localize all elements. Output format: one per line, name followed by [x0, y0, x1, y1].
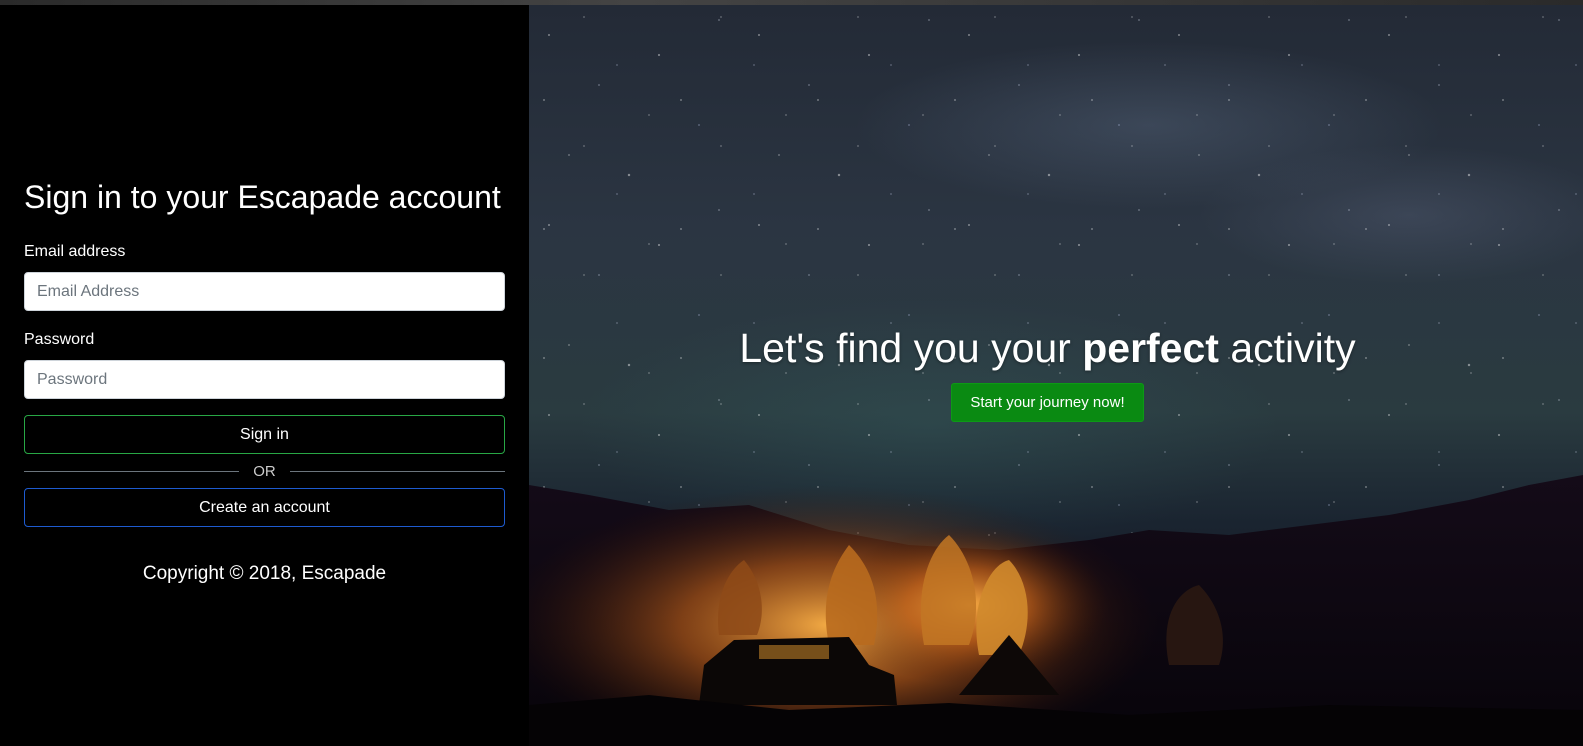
sign-in-button[interactable]: Sign in	[24, 415, 505, 454]
password-label: Password	[24, 331, 95, 348]
hero-headline-emphasis: perfect	[1082, 325, 1219, 371]
signin-panel: Sign in to your Escapade account Email a…	[0, 5, 529, 746]
or-divider: OR	[24, 461, 505, 481]
password-field[interactable]	[24, 360, 505, 399]
hero-headline-start: Let's find you your	[739, 325, 1083, 371]
page-title: Sign in to your Escapade account	[24, 179, 501, 215]
start-journey-button[interactable]: Start your journey now!	[951, 383, 1144, 422]
hero-headline: Let's find you your perfect activity	[529, 325, 1566, 372]
divider-line-right	[289, 470, 505, 472]
email-label: Email address	[24, 243, 126, 260]
divider-or-text: OR	[253, 462, 276, 480]
email-field[interactable]	[24, 272, 505, 311]
hero-section: Let's find you your perfect activity Sta…	[529, 5, 1583, 746]
copyright-text: Copyright © 2018, Escapade	[142, 563, 387, 584]
hero-headline-end: activity	[1218, 325, 1356, 371]
divider-line-left	[24, 470, 240, 472]
create-account-button[interactable]: Create an account	[24, 488, 505, 527]
night-sky-campfire-image	[529, 475, 1583, 746]
